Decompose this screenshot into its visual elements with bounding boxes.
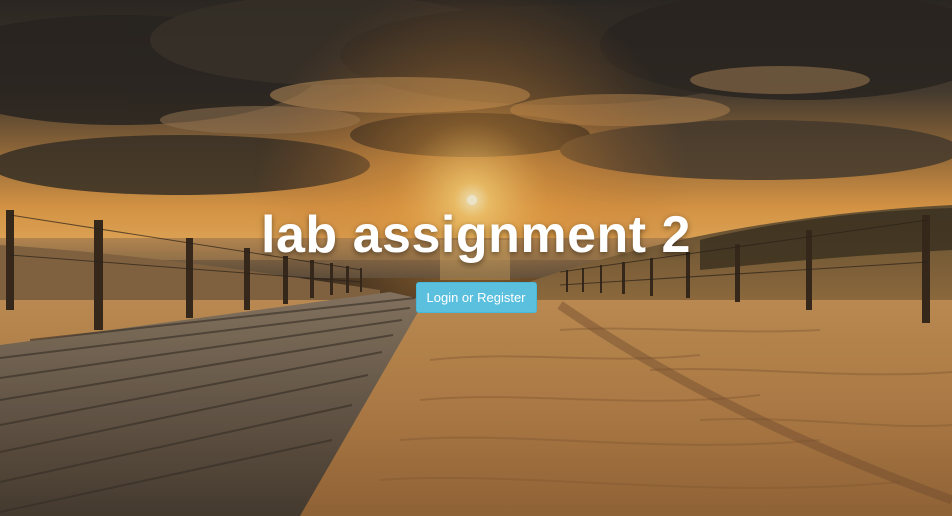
login-register-button[interactable]: Login or Register	[415, 282, 537, 313]
hero-section: lab assignment 2 Login or Register	[0, 0, 952, 516]
page-title: lab assignment 2	[261, 206, 691, 264]
hero-content: lab assignment 2 Login or Register	[0, 198, 952, 313]
